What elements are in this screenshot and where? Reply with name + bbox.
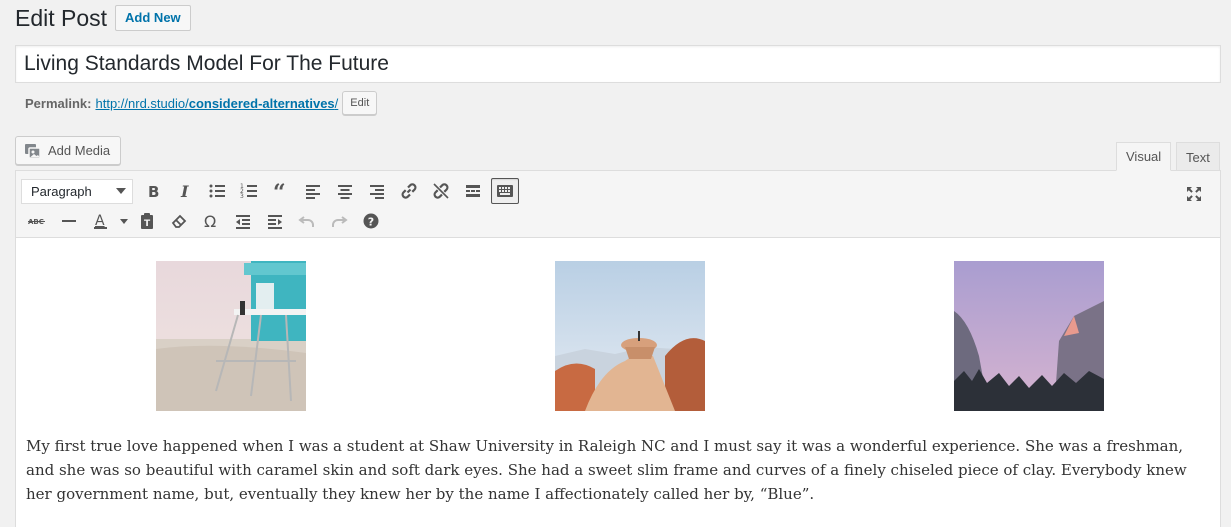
- horizontal-line-icon: [62, 220, 76, 222]
- read-more-icon: [466, 185, 480, 197]
- permalink-link[interactable]: http://nrd.studio/considered-alternative…: [95, 96, 338, 111]
- clear-formatting-icon: [171, 214, 187, 228]
- align-center-button[interactable]: [329, 177, 361, 205]
- paste-text-button[interactable]: T: [131, 207, 163, 235]
- blockquote-icon: “: [273, 181, 286, 201]
- image-gallery: [26, 238, 1210, 434]
- format-select[interactable]: Paragraph: [21, 178, 133, 204]
- toolbar-toggle-button[interactable]: [491, 178, 519, 204]
- align-center-icon: [338, 185, 352, 199]
- permalink-label: Permalink:: [25, 95, 92, 111]
- bold-button[interactable]: B: [137, 177, 169, 205]
- svg-text:B: B: [148, 183, 159, 201]
- page-title: Edit Post: [15, 5, 108, 31]
- paste-text-icon: T: [141, 213, 153, 229]
- numbered-list-icon: 123: [240, 183, 257, 200]
- unlink-button[interactable]: [425, 177, 457, 205]
- fullscreen-icon: [1187, 187, 1201, 201]
- strikethrough-icon: ABC: [28, 218, 45, 226]
- italic-icon: I: [180, 182, 189, 201]
- svg-text:?: ?: [368, 216, 374, 229]
- read-more-button[interactable]: [457, 177, 489, 205]
- editor-toolbar: Paragraph B I 123 “ ABC A T Ω: [16, 171, 1220, 238]
- add-media-button[interactable]: Add Media: [15, 136, 122, 165]
- gallery-image-desert-rock[interactable]: [555, 261, 705, 411]
- numbered-list-button[interactable]: 123: [233, 177, 265, 205]
- undo-icon: [298, 216, 314, 227]
- align-left-button[interactable]: [297, 177, 329, 205]
- add-media-label: Add Media: [48, 143, 111, 158]
- format-select-value: Paragraph: [31, 183, 92, 199]
- svg-text:3: 3: [240, 193, 244, 200]
- link-icon: [401, 183, 417, 199]
- editor-content[interactable]: My first true love happened when I was a…: [16, 238, 1220, 506]
- svg-text:“: “: [273, 181, 286, 201]
- undo-button[interactable]: [291, 207, 323, 235]
- text-color-button[interactable]: A: [85, 207, 117, 235]
- chevron-down-icon: [116, 188, 126, 194]
- outdent-button[interactable]: [227, 207, 259, 235]
- text-color-dropdown[interactable]: [117, 207, 131, 235]
- toolbar-toggle-icon: [497, 185, 513, 197]
- outdent-icon: [236, 215, 250, 229]
- text-color-icon: A: [94, 213, 107, 229]
- special-character-button[interactable]: Ω: [195, 207, 227, 235]
- add-media-icon: [24, 143, 42, 159]
- post-title-field[interactable]: [15, 45, 1221, 83]
- gallery-image-mountain-valley[interactable]: [954, 261, 1104, 411]
- help-button[interactable]: ?: [355, 207, 387, 235]
- permalink-url-slug: considered-alternatives: [188, 95, 335, 111]
- align-left-icon: [306, 185, 320, 199]
- fullscreen-button[interactable]: [1178, 180, 1210, 208]
- italic-button[interactable]: I: [169, 177, 201, 205]
- bold-icon: B: [148, 183, 159, 201]
- page-header: Edit Post Add New: [15, 4, 191, 32]
- permalink-url-base: http://nrd.studio/: [95, 95, 189, 111]
- svg-text:I: I: [180, 182, 189, 201]
- svg-text:A: A: [95, 213, 105, 229]
- bullet-list-button[interactable]: [201, 177, 233, 205]
- align-right-icon: [370, 185, 384, 199]
- toolbar-row-1: Paragraph B I 123 “: [21, 177, 521, 205]
- special-character-icon: Ω: [204, 212, 216, 231]
- tab-visual[interactable]: Visual: [1116, 142, 1172, 171]
- permalink-url-trail: /: [334, 95, 339, 111]
- clear-formatting-button[interactable]: [163, 207, 195, 235]
- chevron-down-icon: [120, 218, 128, 224]
- strikethrough-button[interactable]: ABC: [21, 207, 53, 235]
- blockquote-button[interactable]: “: [265, 177, 297, 205]
- bullet-list-icon: [209, 184, 225, 198]
- indent-icon: [268, 215, 282, 229]
- help-icon: ?: [363, 213, 379, 229]
- add-new-button[interactable]: Add New: [115, 5, 191, 31]
- link-button[interactable]: [393, 177, 425, 205]
- post-title-input[interactable]: [16, 46, 1220, 82]
- gallery-image-lifeguard-tower[interactable]: [156, 261, 306, 411]
- post-paragraph[interactable]: My first true love happened when I was a…: [26, 434, 1206, 506]
- svg-text:Ω: Ω: [204, 212, 216, 231]
- indent-button[interactable]: [259, 207, 291, 235]
- horizontal-line-button[interactable]: [53, 207, 85, 235]
- redo-button[interactable]: [323, 207, 355, 235]
- permalink-edit-button[interactable]: Edit: [342, 91, 378, 115]
- post-editor: Paragraph B I 123 “ ABC A T Ω: [15, 170, 1221, 527]
- toolbar-row-2: ABC A T Ω ?: [21, 207, 387, 235]
- svg-text:T: T: [144, 219, 151, 229]
- tab-text[interactable]: Text: [1176, 142, 1220, 171]
- redo-icon: [332, 216, 348, 227]
- permalink-bar: Permalink: http://nrd.studio/considered-…: [25, 91, 378, 115]
- align-right-button[interactable]: [361, 177, 393, 205]
- unlink-icon: [433, 183, 449, 199]
